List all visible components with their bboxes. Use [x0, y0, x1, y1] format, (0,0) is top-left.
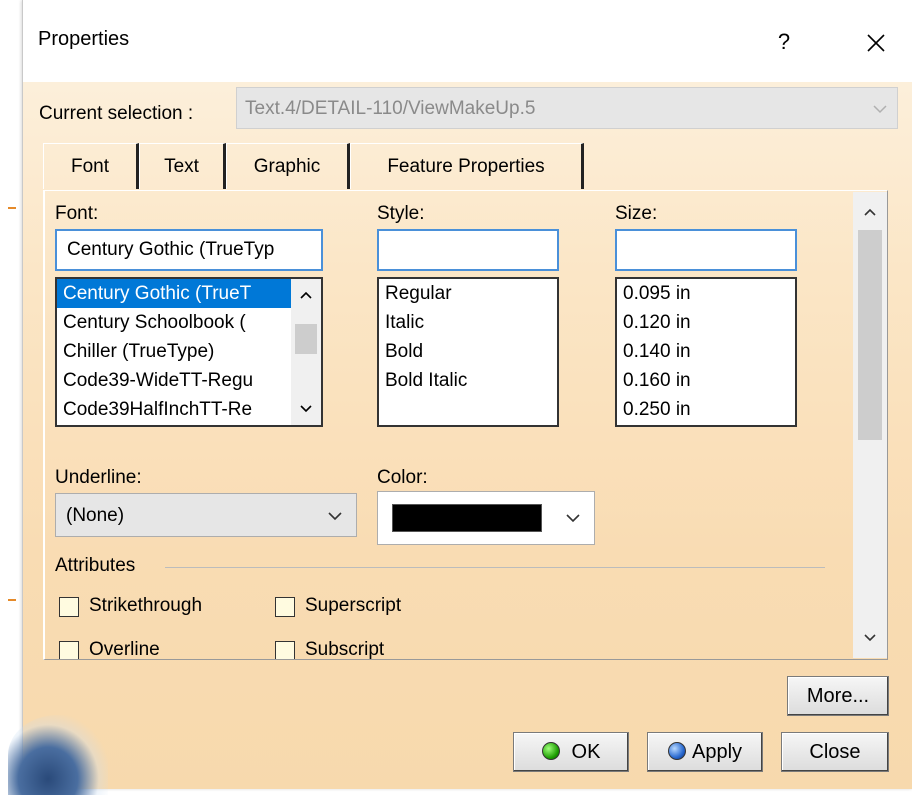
- current-selection-value: Text.4/DETAIL-110/ViewMakeUp.5: [245, 98, 536, 119]
- panel-scroll-thumb[interactable]: [858, 230, 882, 440]
- close-button[interactable]: Close: [781, 732, 889, 772]
- list-item[interactable]: 0.250 in: [617, 395, 795, 424]
- tab-graphic[interactable]: Graphic: [226, 143, 350, 189]
- color-combo[interactable]: [377, 491, 595, 545]
- list-item[interactable]: 0.120 in: [617, 308, 795, 337]
- subscript-label: Subscript: [305, 639, 385, 660]
- list-item[interactable]: Chiller (TrueType): [57, 337, 321, 366]
- color-swatch: [392, 504, 542, 532]
- more-button[interactable]: More...: [787, 676, 889, 716]
- list-item[interactable]: Code39-WideTT-Regu: [57, 366, 321, 395]
- style-list[interactable]: Regular Italic Bold Bold Italic: [377, 277, 559, 427]
- chevron-up-icon: [300, 291, 312, 299]
- underline-value: (None): [66, 505, 125, 526]
- color-label: Color:: [377, 467, 428, 488]
- font-list-scroll-thumb[interactable]: [295, 324, 317, 354]
- font-name-input[interactable]: Century Gothic (TrueTyp: [55, 229, 323, 271]
- list-item[interactable]: Bold: [379, 337, 557, 366]
- list-item[interactable]: 0.140 in: [617, 337, 795, 366]
- font-list[interactable]: Century Gothic (TrueT Century Schoolbook…: [55, 277, 323, 427]
- list-item[interactable]: Regular: [379, 279, 557, 308]
- style-input[interactable]: [377, 229, 559, 271]
- font-label: Font:: [55, 203, 99, 224]
- subscript-checkbox[interactable]: [275, 641, 295, 659]
- attributes-group-label: Attributes: [55, 555, 136, 576]
- dialog-title: Properties: [38, 28, 130, 50]
- chevron-down-icon: [300, 405, 312, 413]
- chevron-down-icon: [328, 512, 342, 521]
- properties-dialog: Properties ? Current selection : Text.4/…: [22, 0, 912, 789]
- help-button[interactable]: ?: [761, 24, 807, 60]
- close-icon: [867, 34, 885, 52]
- underline-label: Underline:: [55, 467, 142, 488]
- list-item[interactable]: Code39HalfInchTT-Re: [57, 395, 321, 424]
- overline-label: Overline: [89, 639, 160, 660]
- panel-scrollbar[interactable]: [853, 192, 887, 658]
- chevron-down-icon: [566, 514, 580, 523]
- tab-font[interactable]: Font: [43, 143, 139, 189]
- size-input[interactable]: [615, 229, 797, 271]
- tab-text[interactable]: Text: [139, 143, 226, 189]
- title-bar: Properties ?: [23, 0, 912, 82]
- apply-status-icon: [667, 742, 686, 760]
- ok-status-icon: [541, 742, 560, 760]
- strikethrough-checkbox[interactable]: [59, 597, 79, 617]
- current-selection-label: Current selection :: [39, 103, 194, 124]
- attributes-divider: [165, 567, 825, 568]
- chevron-down-icon: [864, 634, 876, 642]
- current-selection-combo[interactable]: Text.4/DETAIL-110/ViewMakeUp.5: [236, 87, 898, 129]
- list-item[interactable]: Century Gothic (TrueT: [57, 279, 321, 308]
- ok-button-label: OK: [571, 741, 601, 763]
- superscript-checkbox[interactable]: [275, 597, 295, 617]
- size-label: Size:: [615, 203, 658, 224]
- background-marker: [8, 599, 16, 601]
- size-list[interactable]: 0.095 in 0.120 in 0.140 in 0.160 in 0.25…: [615, 277, 797, 427]
- underline-combo[interactable]: (None): [55, 493, 357, 537]
- list-item[interactable]: 0.160 in: [617, 366, 795, 395]
- strikethrough-label: Strikethrough: [89, 595, 203, 616]
- close-window-button[interactable]: [853, 22, 897, 62]
- apply-button-label: Apply: [691, 741, 743, 763]
- globe-logo: [8, 715, 108, 795]
- list-item[interactable]: Bold Italic: [379, 366, 557, 395]
- chevron-down-icon: [873, 105, 887, 114]
- font-tab-panel: Font: Century Gothic (TrueTyp Century Go…: [43, 190, 888, 660]
- superscript-label: Superscript: [305, 595, 402, 616]
- tab-feature-properties[interactable]: Feature Properties: [350, 143, 584, 189]
- chevron-up-icon: [864, 208, 876, 216]
- list-item[interactable]: Italic: [379, 308, 557, 337]
- list-item[interactable]: Century Schoolbook (: [57, 308, 321, 337]
- style-label: Style:: [377, 203, 425, 224]
- apply-button[interactable]: Apply: [647, 732, 763, 772]
- ok-button[interactable]: OK: [513, 732, 629, 772]
- background-marker: [8, 207, 16, 209]
- overline-checkbox[interactable]: [59, 641, 79, 659]
- list-item[interactable]: 0.095 in: [617, 279, 795, 308]
- font-list-scrollbar[interactable]: [291, 279, 321, 425]
